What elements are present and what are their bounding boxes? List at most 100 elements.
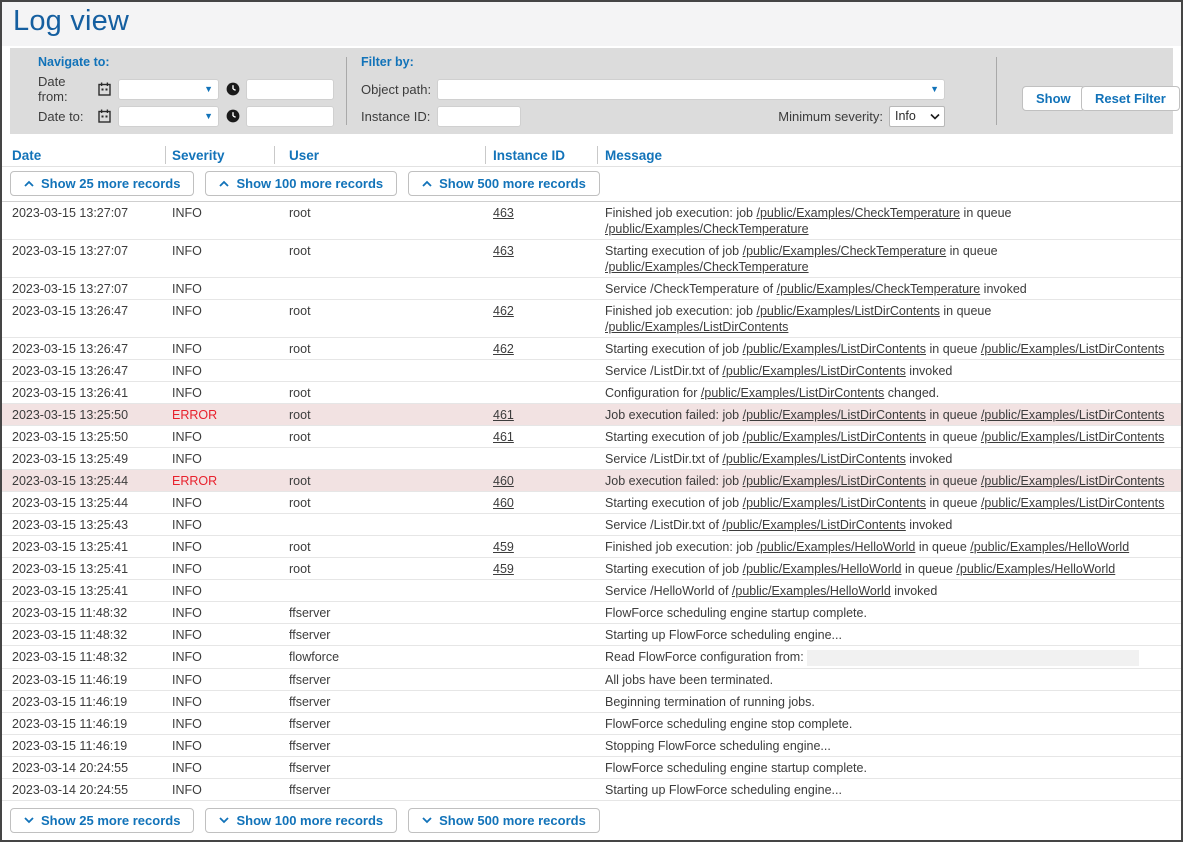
instance-id-link[interactable]: 462 <box>493 342 514 356</box>
object-path-dropdown-icon[interactable]: ▼ <box>925 84 944 94</box>
table-row: 2023-03-15 11:48:32INFOflowforceRead Flo… <box>2 646 1181 669</box>
cell-user: root <box>274 538 485 555</box>
object-path-link[interactable]: /public/Examples/ListDirContents <box>981 496 1164 510</box>
object-path-link[interactable]: /public/Examples/ListDirContents <box>743 342 926 356</box>
object-path-link[interactable]: /public/Examples/ListDirContents <box>981 430 1164 444</box>
filter-by-label: Filter by: <box>361 55 414 69</box>
object-path-link[interactable]: /public/Examples/ListDirContents <box>981 342 1164 356</box>
cell-severity: INFO <box>165 538 274 555</box>
show-button[interactable]: Show <box>1022 86 1085 111</box>
table-row: 2023-03-15 13:25:50ERRORroot461Job execu… <box>2 404 1181 426</box>
object-path-link[interactable]: /public/Examples/ListDirContents <box>743 430 926 444</box>
object-path-link[interactable]: /public/Examples/ListDirContents <box>605 320 788 334</box>
instance-id-link[interactable]: 462 <box>493 304 514 318</box>
object-path-link[interactable]: /public/Examples/ListDirContents <box>981 408 1164 422</box>
object-path-link[interactable]: /public/Examples/ListDirContents <box>701 386 884 400</box>
show-500-more-button[interactable]: Show 500 more records <box>408 171 600 196</box>
show-more-top-row: Show 25 more records Show 100 more recor… <box>2 167 1181 202</box>
object-path-link[interactable]: /public/Examples/HelloWorld <box>743 562 902 576</box>
cell-date: 2023-03-15 11:46:19 <box>2 737 165 754</box>
object-path-link[interactable]: /public/Examples/ListDirContents <box>722 518 905 532</box>
object-path-link[interactable]: /public/Examples/CheckTemperature <box>756 206 960 220</box>
cell-message: Starting up FlowForce scheduling engine.… <box>597 781 1181 798</box>
show-25-more-button[interactable]: Show 25 more records <box>10 171 194 196</box>
table-row: 2023-03-14 20:24:55INFOffserverStarting … <box>2 779 1181 801</box>
object-path-input[interactable] <box>438 80 925 99</box>
date-from-input[interactable] <box>119 80 199 99</box>
show-100-more-button[interactable]: Show 100 more records <box>205 808 397 833</box>
table-row: 2023-03-15 13:27:07INFOroot463Finished j… <box>2 202 1181 240</box>
cell-user <box>274 450 485 451</box>
object-path-link[interactable]: /public/Examples/CheckTemperature <box>743 244 947 258</box>
object-path-link[interactable]: /public/Examples/HelloWorld <box>970 540 1129 554</box>
object-path-link[interactable]: /public/Examples/ListDirContents <box>743 474 926 488</box>
title-strip: Log view <box>2 2 1181 46</box>
date-to-input[interactable] <box>119 107 199 126</box>
cell-severity: INFO <box>165 560 274 577</box>
minimum-severity-select[interactable]: Info <box>889 106 945 127</box>
cell-date: 2023-03-15 11:48:32 <box>2 626 165 643</box>
column-header-instance-id[interactable]: Instance ID <box>485 144 597 166</box>
instance-id-input[interactable] <box>437 106 521 127</box>
log-table-body: 2023-03-15 13:27:07INFOroot463Finished j… <box>2 202 1181 801</box>
instance-id-link[interactable]: 460 <box>493 474 514 488</box>
object-path-link[interactable]: /public/Examples/CheckTemperature <box>605 222 809 236</box>
object-path-link[interactable]: /public/Examples/HelloWorld <box>732 584 891 598</box>
calendar-icon[interactable] <box>98 109 111 123</box>
table-row: 2023-03-15 13:25:41INFOroot459Starting e… <box>2 558 1181 580</box>
table-row: 2023-03-15 13:26:47INFOroot462Starting e… <box>2 338 1181 360</box>
instance-id-link[interactable]: 461 <box>493 408 514 422</box>
clock-icon[interactable] <box>226 82 240 96</box>
cell-severity: INFO <box>165 759 274 776</box>
object-path-link[interactable]: /public/Examples/ListDirContents <box>756 304 939 318</box>
clock-icon[interactable] <box>226 109 240 123</box>
cell-instance-id: 461 <box>485 406 597 423</box>
cell-message: Starting up FlowForce scheduling engine.… <box>597 626 1181 643</box>
cell-severity: INFO <box>165 693 274 710</box>
table-row: 2023-03-15 13:25:49INFOService /ListDir.… <box>2 448 1181 470</box>
table-row: 2023-03-14 20:24:55INFOffserverFlowForce… <box>2 757 1181 779</box>
date-to-dropdown-icon[interactable]: ▼ <box>199 111 218 121</box>
show-100-more-button[interactable]: Show 100 more records <box>205 171 397 196</box>
cell-user: ffserver <box>274 737 485 754</box>
time-to-input[interactable] <box>246 106 334 127</box>
cell-date: 2023-03-14 20:24:55 <box>2 781 165 798</box>
show-25-more-button[interactable]: Show 25 more records <box>10 808 194 833</box>
object-path-link[interactable]: /public/Examples/ListDirContents <box>722 452 905 466</box>
cell-instance-id <box>485 626 597 627</box>
column-header-message[interactable]: Message <box>597 144 1181 166</box>
show-500-more-button[interactable]: Show 500 more records <box>408 808 600 833</box>
time-from-input[interactable] <box>246 79 334 100</box>
cell-instance-id <box>485 582 597 583</box>
cell-user <box>274 280 485 281</box>
minimum-severity-label: Minimum severity: <box>778 109 889 124</box>
object-path-link[interactable]: /public/Examples/ListDirContents <box>743 496 926 510</box>
date-from-combo[interactable]: ▼ <box>118 79 219 100</box>
cell-message: FlowForce scheduling engine startup comp… <box>597 759 1181 776</box>
calendar-icon[interactable] <box>98 82 111 96</box>
instance-id-link[interactable]: 459 <box>493 540 514 554</box>
object-path-link[interactable]: /public/Examples/HelloWorld <box>956 562 1115 576</box>
instance-id-link[interactable]: 463 <box>493 206 514 220</box>
object-path-link[interactable]: /public/Examples/ListDirContents <box>743 408 926 422</box>
object-path-link[interactable]: /public/Examples/ListDirContents <box>722 364 905 378</box>
column-header-date[interactable]: Date <box>2 144 165 166</box>
object-path-link[interactable]: /public/Examples/HelloWorld <box>756 540 915 554</box>
object-path-link[interactable]: /public/Examples/CheckTemperature <box>777 282 981 296</box>
cell-instance-id: 459 <box>485 560 597 577</box>
column-header-severity[interactable]: Severity <box>165 144 274 166</box>
date-to-combo[interactable]: ▼ <box>118 106 219 127</box>
object-path-link[interactable]: /public/Examples/ListDirContents <box>981 474 1164 488</box>
cell-user: root <box>274 384 485 401</box>
instance-id-link[interactable]: 459 <box>493 562 514 576</box>
cell-instance-id: 462 <box>485 302 597 319</box>
object-path-link[interactable]: /public/Examples/CheckTemperature <box>605 260 809 274</box>
chevron-down-icon <box>930 113 940 120</box>
object-path-combo[interactable]: ▼ <box>437 79 945 100</box>
instance-id-link[interactable]: 463 <box>493 244 514 258</box>
instance-id-link[interactable]: 460 <box>493 496 514 510</box>
instance-id-link[interactable]: 461 <box>493 430 514 444</box>
column-header-user[interactable]: User <box>274 144 485 166</box>
reset-filter-button[interactable]: Reset Filter <box>1081 86 1180 111</box>
date-from-dropdown-icon[interactable]: ▼ <box>199 84 218 94</box>
